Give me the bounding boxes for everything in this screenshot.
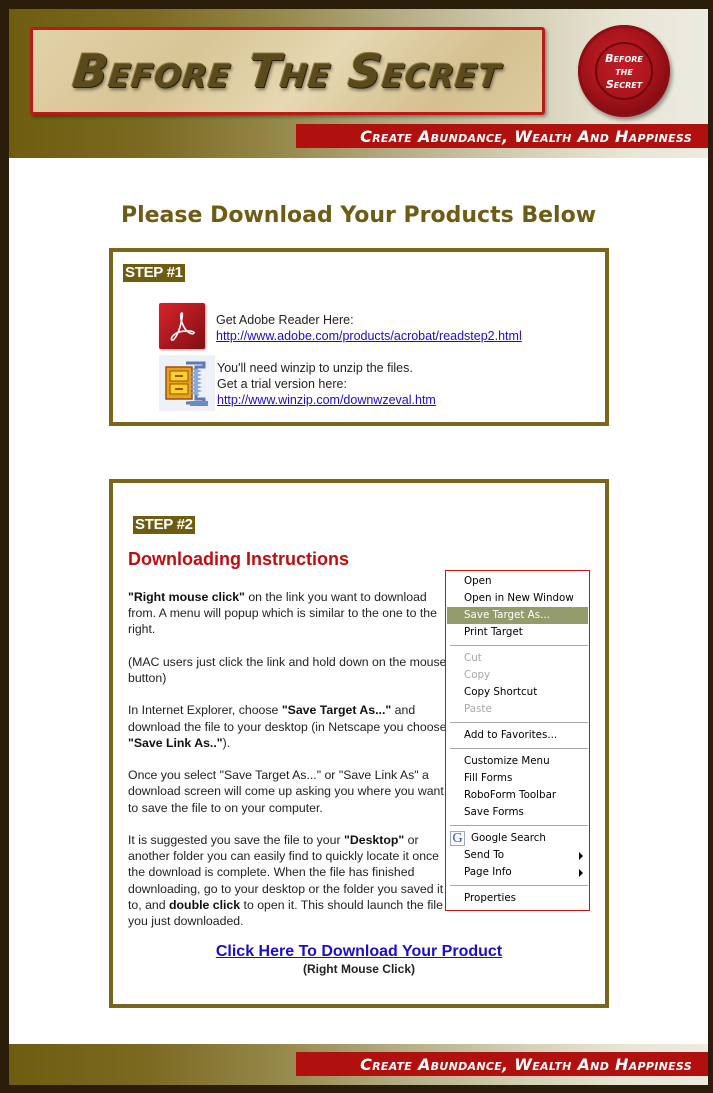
menu-item-fill-forms: Fill Forms — [464, 772, 513, 784]
menu-item-copy: Copy — [464, 669, 491, 681]
menu-item-save-forms: Save Forms — [464, 806, 524, 818]
bold-text: "Desktop" — [344, 832, 405, 847]
seal-inner: Before the Secret — [595, 42, 653, 100]
menu-item-open-new-window: Open in New Window — [464, 592, 574, 604]
menu-separator — [450, 825, 588, 826]
step1-box: STEP #1 Get Adobe Reader Here: http://ww… — [109, 248, 609, 426]
text: It is suggested you save the file to you… — [128, 832, 345, 847]
instruction-paragraph: (MAC users just click the link and hold … — [128, 654, 447, 685]
submenu-arrow-icon — [579, 869, 583, 877]
instruction-paragraph: It is suggested you save the file to you… — [128, 832, 448, 929]
site-title: Before The Secret — [70, 44, 505, 98]
download-block: Click Here To Download Your Product (Rig… — [113, 943, 605, 976]
instruction-paragraph: "Right mouse click" on the link you want… — [128, 589, 448, 638]
step2-label: STEP #2 — [133, 516, 195, 534]
menu-item-cut: Cut — [464, 652, 482, 664]
header-tagline-bar: Create Abundance, Wealth And Happiness — [296, 124, 708, 148]
download-note: (Right Mouse Click) — [302, 962, 415, 976]
menu-item-save-target-as: Save Target As... — [447, 607, 588, 624]
menu-separator — [450, 645, 588, 646]
instructions-text: "Right mouse click" on the link you want… — [128, 589, 448, 945]
menu-separator — [450, 748, 588, 749]
context-menu-example: Open Open in New Window Save Target As..… — [445, 570, 590, 911]
menu-item-label: Page Info — [464, 866, 512, 878]
downloading-instructions-heading: Downloading Instructions — [128, 549, 349, 569]
bold-text: double click — [169, 897, 241, 912]
instruction-paragraph: In Internet Explorer, choose "Save Targe… — [128, 702, 448, 751]
menu-item-properties: Properties — [464, 892, 517, 904]
winzip-icon — [159, 355, 215, 411]
seal-text: Before the Secret — [605, 51, 643, 91]
wax-seal-logo: Before the Secret — [578, 25, 670, 117]
menu-item-add-to-favorites: Add to Favorites... — [464, 729, 558, 741]
header-tagline: Create Abundance, Wealth And Happiness — [360, 126, 692, 146]
menu-separator — [450, 885, 588, 886]
menu-item-paste: Paste — [464, 703, 492, 715]
adobe-reader-icon — [159, 303, 205, 349]
footer-banner: Create Abundance, Wealth And Happiness — [9, 1044, 708, 1085]
bold-text: "Right mouse click" — [128, 590, 245, 604]
step1-label: STEP #1 — [123, 264, 185, 282]
text: In Internet Explorer, choose — [128, 703, 282, 718]
menu-item-google-search: G Google Search — [447, 830, 588, 847]
page-heading: Please Download Your Products Below — [120, 203, 597, 228]
menu-item-label: Send To — [464, 849, 505, 861]
instruction-paragraph: Once you select "Save Target As..." or "… — [128, 768, 444, 815]
adobe-reader-row: Get Adobe Reader Here: http://www.adobe.… — [159, 301, 522, 349]
menu-item-roboform-toolbar: RoboForm Toolbar — [464, 789, 557, 801]
menu-item-send-to: Send To — [447, 847, 588, 864]
menu-item-copy-shortcut: Copy Shortcut — [464, 686, 538, 698]
title-plate: Before The Secret — [30, 27, 545, 115]
winzip-row: You'll need winzip to unzip the files. G… — [159, 355, 436, 411]
menu-item-page-info: Page Info — [447, 864, 588, 881]
adobe-reader-line: Get Adobe Reader Here: — [216, 313, 354, 327]
adobe-reader-text: Get Adobe Reader Here: http://www.adobe.… — [216, 312, 522, 344]
text: ). — [222, 735, 231, 750]
bold-text: "Save Link As.." — [128, 735, 223, 750]
submenu-arrow-icon — [579, 852, 583, 860]
winzip-link[interactable]: http://www.winzip.com/downwzeval.htm — [217, 393, 436, 407]
step2-box: STEP #2 Downloading Instructions "Right … — [109, 479, 609, 1008]
download-product-link[interactable]: Click Here To Download Your Product — [216, 943, 502, 960]
menu-item-print-target: Print Target — [464, 626, 523, 638]
menu-item-customize-menu: Customize Menu — [464, 755, 550, 767]
footer-tagline-bar: Create Abundance, Wealth And Happiness — [296, 1052, 708, 1076]
google-icon: G — [450, 831, 465, 846]
winzip-line-1: You'll need winzip to unzip the files. — [217, 361, 413, 375]
winzip-line-2: Get a trial version here: — [217, 377, 347, 391]
header-banner: Before The Secret Before the Secret Crea… — [9, 9, 708, 158]
footer-tagline: Create Abundance, Wealth And Happiness — [360, 1054, 692, 1074]
adobe-reader-link[interactable]: http://www.adobe.com/products/acrobat/re… — [216, 329, 522, 343]
menu-item-label: Google Search — [471, 832, 546, 844]
menu-item-open: Open — [464, 575, 492, 587]
menu-separator — [450, 722, 588, 723]
bold-text: "Save Target As..." — [281, 703, 392, 718]
page: Before The Secret Before the Secret Crea… — [9, 9, 708, 1085]
winzip-text: You'll need winzip to unzip the files. G… — [217, 360, 436, 408]
